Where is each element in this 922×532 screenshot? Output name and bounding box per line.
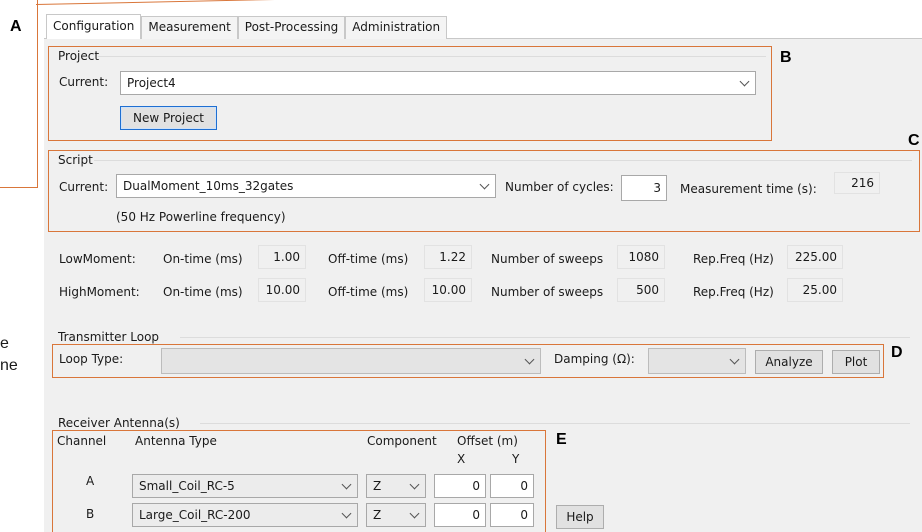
antenna-type-a-select[interactable]: Small_Coil_RC-5 [132, 474, 358, 498]
highmoment-sweeps-label: Number of sweeps [491, 285, 604, 299]
offset-y-b-input[interactable]: 0 [490, 503, 534, 527]
header-antenna-type: Antenna Type [135, 434, 217, 448]
left-fragment-text-1: e [0, 335, 9, 352]
channel-a-label: A [86, 474, 95, 488]
highmoment-sweeps-value: 500 [617, 278, 665, 302]
cycles-label: Number of cycles: [505, 180, 614, 194]
analyze-button[interactable]: Analyze [755, 350, 823, 374]
tab-administration[interactable]: Administration [345, 16, 448, 39]
lowmoment-on-label: On-time (ms) [163, 252, 243, 266]
callout-e: E [556, 431, 567, 448]
channel-b-label: B [86, 507, 95, 521]
header-channel: Channel [57, 434, 107, 448]
callout-a: A [10, 18, 22, 35]
measurement-time-label: Measurement time (s): [680, 182, 817, 196]
chevron-down-icon [409, 479, 420, 490]
transmitter-group-line [180, 337, 910, 338]
component-b-value: Z [373, 508, 382, 522]
transmitter-group-title: Transmitter Loop [58, 330, 160, 344]
project-select[interactable]: Project4 [120, 71, 756, 95]
highmoment-label: HighMoment: [59, 285, 140, 299]
offset-y-a-input[interactable]: 0 [490, 474, 534, 498]
component-a-select[interactable]: Z [366, 474, 426, 498]
chevron-down-icon [341, 508, 352, 519]
damping-select[interactable] [648, 348, 746, 374]
plot-button[interactable]: Plot [832, 350, 880, 374]
header-component: Component [367, 434, 437, 448]
loop-type-select[interactable] [161, 348, 541, 374]
callout-d: D [891, 344, 903, 361]
left-fragment-text-2: ne [0, 357, 18, 374]
antenna-type-b-select[interactable]: Large_Coil_RC-200 [132, 503, 358, 527]
tab-configuration[interactable]: Configuration [46, 14, 142, 39]
script-select[interactable]: DualMoment_10ms_32gates [116, 174, 496, 198]
callout-line [36, 0, 466, 6]
script-current-label: Current: [59, 180, 109, 194]
measurement-time-value: 216 [834, 172, 880, 194]
chevron-down-icon [739, 76, 750, 87]
project-group-line [98, 56, 766, 57]
highmoment-rep-label: Rep.Freq (Hz) [693, 285, 774, 299]
new-project-button[interactable]: New Project [120, 106, 217, 130]
script-group-title: Script [58, 153, 93, 167]
project-select-value: Project4 [127, 76, 176, 90]
component-b-select[interactable]: Z [366, 503, 426, 527]
lowmoment-on-value: 1.00 [258, 245, 306, 269]
highmoment-off-label: Off-time (ms) [328, 285, 409, 299]
chevron-down-icon [479, 179, 490, 190]
tab-post-processing[interactable]: Post-Processing [237, 16, 346, 39]
antenna-type-b-value: Large_Coil_RC-200 [139, 508, 251, 522]
chevron-down-icon [524, 354, 535, 365]
highmoment-off-value: 10.00 [424, 278, 472, 302]
offset-x-b-input[interactable]: 0 [434, 503, 486, 527]
loop-type-label: Loop Type: [59, 352, 124, 366]
lowmoment-sweeps-value: 1080 [617, 245, 665, 269]
help-button[interactable]: Help [556, 505, 604, 529]
antenna-type-a-value: Small_Coil_RC-5 [139, 479, 235, 493]
lowmoment-sweeps-label: Number of sweeps [491, 252, 604, 266]
lowmoment-off-value: 1.22 [424, 245, 472, 269]
chevron-down-icon [341, 479, 352, 490]
script-select-value: DualMoment_10ms_32gates [123, 179, 294, 193]
damping-label: Damping (Ω): [554, 352, 635, 366]
script-group-line [94, 160, 912, 161]
header-y: Y [512, 452, 520, 466]
header-x: X [457, 452, 466, 466]
project-group-title: Project [58, 49, 100, 63]
header-offset: Offset (m) [457, 434, 518, 448]
powerline-note: (50 Hz Powerline frequency) [116, 210, 286, 224]
highmoment-on-label: On-time (ms) [163, 285, 243, 299]
callout-c: C [908, 132, 920, 149]
lowmoment-off-label: Off-time (ms) [328, 252, 409, 266]
tab-bar: Configuration Measurement Post-Processin… [46, 14, 448, 39]
receiver-group-title: Receiver Antenna(s) [58, 416, 180, 430]
tab-measurement[interactable]: Measurement [141, 16, 238, 39]
lowmoment-rep-label: Rep.Freq (Hz) [693, 252, 774, 266]
component-a-value: Z [373, 479, 382, 493]
cycles-input[interactable]: 3 [621, 175, 667, 201]
offset-x-a-input[interactable]: 0 [434, 474, 486, 498]
highmoment-rep-value: 25.00 [787, 278, 843, 302]
lowmoment-label: LowMoment: [59, 252, 136, 266]
chevron-down-icon [729, 354, 740, 365]
receiver-group-line [200, 423, 910, 424]
chevron-down-icon [409, 508, 420, 519]
project-current-label: Current: [59, 75, 109, 89]
callout-b: B [780, 49, 792, 66]
highmoment-on-value: 10.00 [258, 278, 306, 302]
lowmoment-rep-value: 225.00 [787, 245, 843, 269]
